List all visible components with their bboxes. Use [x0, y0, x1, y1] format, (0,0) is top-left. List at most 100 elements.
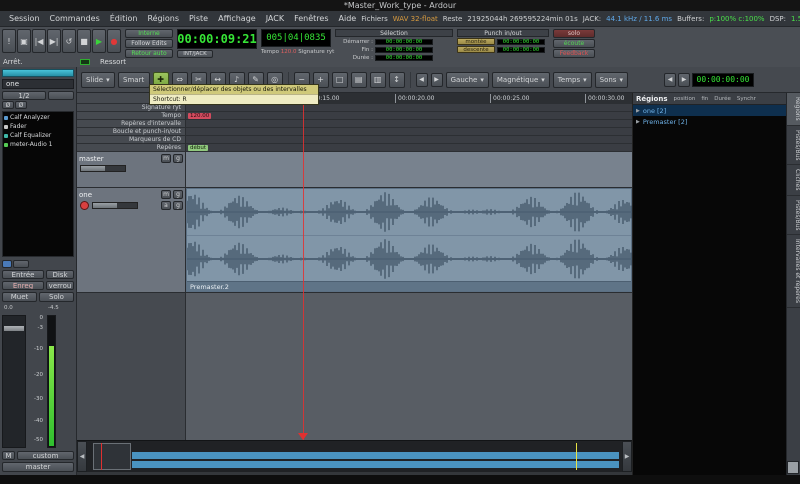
edit-point-dropdown[interactable]: Sons▾	[595, 72, 628, 88]
track-mute-button[interactable]: m	[161, 190, 171, 199]
track-one-canvas[interactable]: Premaster.2	[186, 188, 632, 293]
region-name-bar[interactable]: Premaster.2	[187, 281, 631, 291]
zoom-focus-next-button[interactable]: ▶	[431, 73, 443, 87]
location-marker-ruler[interactable]: Repèresdébut	[77, 144, 632, 152]
track-group2-button[interactable]: g	[173, 201, 183, 210]
strip-name-button[interactable]: one	[2, 79, 74, 89]
track-group-button[interactable]: g	[173, 154, 183, 163]
strip-solo-button[interactable]: Solo	[39, 292, 74, 302]
smart-mode-button[interactable]: Smart	[118, 72, 150, 88]
column-synchr[interactable]: Synchr	[737, 96, 756, 102]
tempo-ruler-canvas[interactable]: 120.00	[186, 112, 632, 119]
processor-item[interactable]: meter-Audio 1	[4, 140, 72, 149]
column-duree[interactable]: Durée	[714, 96, 731, 102]
loop-punch-ruler-canvas[interactable]	[186, 128, 632, 135]
track-record-arm-button[interactable]	[80, 201, 89, 210]
metering-point-button[interactable]: M	[2, 451, 15, 460]
zoom-focus-dropdown[interactable]: Gauche▾	[446, 72, 489, 88]
track-master-header[interactable]: master m g	[77, 152, 186, 188]
meter-ruler[interactable]: Signature ryt	[77, 104, 632, 112]
summary-scroll-left-button[interactable]: ◀	[77, 441, 87, 472]
track-automation-button[interactable]: a	[161, 201, 171, 210]
record-arm-button[interactable]: Enreg	[2, 281, 44, 290]
automation-mode-button[interactable]: custom	[17, 451, 74, 460]
hide-strip-button[interactable]	[13, 260, 29, 268]
zoom-fit-button[interactable]: □	[332, 72, 348, 88]
edit-mode-dropdown[interactable]: Slide▾	[81, 72, 115, 88]
tab-cliches[interactable]: Clichés	[787, 165, 800, 195]
primary-clock[interactable]: 00:00:09:21	[177, 29, 257, 49]
playhead-arrow[interactable]	[298, 433, 308, 440]
punch-out-clock[interactable]: 00:00:00:00	[497, 47, 545, 53]
summary-body[interactable]	[88, 443, 621, 470]
cd-marker-ruler[interactable]: Marqueurs de CD	[77, 136, 632, 144]
input-button[interactable]: 1/2	[2, 91, 46, 100]
phase-invert-2-button[interactable]: Ø	[15, 101, 27, 109]
follow-edits-button[interactable]: Follow Edits	[125, 39, 173, 48]
secondary-clock[interactable]: 005|04|0835	[261, 29, 331, 47]
column-fin[interactable]: fin	[701, 96, 708, 102]
go-end-button[interactable]: ▶|	[47, 29, 61, 53]
canvas-background[interactable]	[186, 293, 632, 440]
monitor-disk-button[interactable]: Disk	[46, 270, 74, 279]
menu-session[interactable]: Session	[4, 11, 45, 27]
nudge-backward-button[interactable]: ◀	[664, 73, 676, 87]
go-start-button[interactable]: |◀	[32, 29, 46, 53]
menu-regions[interactable]: Régions	[142, 11, 184, 27]
output-button[interactable]: master	[2, 462, 74, 472]
gain-fader[interactable]	[2, 315, 26, 448]
menu-aide[interactable]: Aide	[334, 11, 362, 27]
expander-icon[interactable]: ▶	[636, 119, 640, 125]
loop-button[interactable]: ↺	[62, 29, 76, 53]
region-list-item[interactable]: ▶Premaster [2]	[633, 116, 786, 127]
playhead[interactable]	[303, 93, 304, 440]
tempo-value[interactable]: 120.0	[281, 49, 297, 55]
nudge-forward-button[interactable]: ▶	[678, 73, 690, 87]
track-name[interactable]: one	[79, 191, 92, 199]
menu-edition[interactable]: Édition	[105, 11, 143, 27]
fader-handle[interactable]	[4, 326, 24, 331]
clock-source-button[interactable]: INT/JACK	[177, 50, 213, 58]
punch-in-button[interactable]: montée	[457, 38, 495, 45]
processor-item[interactable]: Fader	[4, 122, 72, 131]
range-ruler-canvas[interactable]	[186, 120, 632, 127]
menu-commandes[interactable]: Commandes	[45, 11, 105, 27]
marker-ruler-canvas[interactable]: début	[186, 144, 632, 151]
solo-button[interactable]: solo	[553, 29, 595, 38]
tempo-marker[interactable]: 120.00	[188, 113, 211, 119]
cd-ruler-canvas[interactable]	[186, 136, 632, 143]
menu-jack[interactable]: JACK	[261, 11, 289, 27]
tab-pistes-bus[interactable]: Pistes/Bus	[787, 126, 800, 166]
menu-piste[interactable]: Piste	[184, 11, 213, 27]
summary-scroll-right-button[interactable]: ▶	[622, 441, 632, 472]
tab-regions[interactable]: Régions	[787, 93, 800, 126]
monitor-input-button[interactable]: Entrée	[2, 270, 44, 279]
regions-list[interactable]: ▶one [2] ▶Premaster [2]	[633, 105, 786, 475]
tab-intervalles[interactable]: Intervalles et repères	[787, 235, 800, 308]
expander-icon[interactable]: ▶	[636, 108, 640, 114]
audition-button[interactable]: écoute	[553, 39, 595, 48]
track-name[interactable]: master	[79, 155, 104, 163]
tempo-ruler[interactable]: Tempo120.00	[77, 112, 632, 120]
summary-view-frame[interactable]	[93, 443, 131, 470]
processor-item[interactable]: Calf Equalizer	[4, 131, 72, 140]
feedback-button[interactable]: Feedback	[553, 49, 595, 58]
menu-affichage[interactable]: Affichage	[213, 11, 261, 27]
play-button[interactable]: ▶	[92, 29, 106, 53]
track-group-button[interactable]: g	[173, 190, 183, 199]
jog-button[interactable]: ▣	[17, 29, 31, 53]
lock-button[interactable]: verrou	[46, 281, 74, 290]
region-list-item[interactable]: ▶one [2]	[633, 105, 786, 116]
track-one-header[interactable]: one m g a g	[77, 188, 186, 293]
tab-groupes[interactable]: Pistes/Bus	[787, 196, 800, 236]
zoom-to-session-button[interactable]: ▥	[370, 72, 386, 88]
nudge-clock[interactable]: 00:00:00:00	[692, 73, 754, 87]
column-position[interactable]: position	[674, 96, 696, 102]
menu-fenetres[interactable]: Fenêtres	[289, 11, 333, 27]
sel-start-clock[interactable]: 00:00:00:00	[375, 39, 433, 45]
meter-ruler-canvas[interactable]	[186, 104, 632, 111]
phase-invert-1-button[interactable]: Ø	[2, 101, 14, 109]
shuttle-mode-label[interactable]: Ressort	[100, 58, 126, 66]
midi-panic-button[interactable]: !	[2, 29, 16, 53]
stop-button[interactable]: ■	[77, 29, 91, 53]
